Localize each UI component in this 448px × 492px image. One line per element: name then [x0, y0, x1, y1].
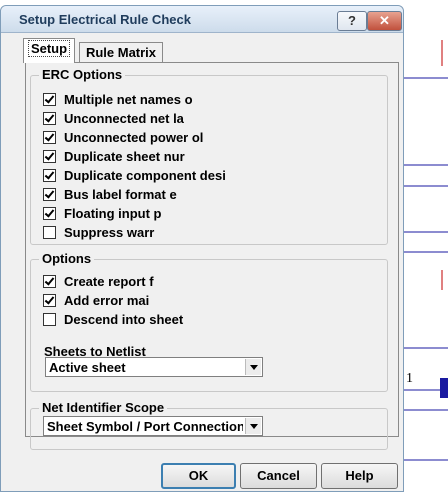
checkbox-box[interactable] — [43, 275, 56, 288]
net-identifier-scope-select[interactable]: Sheet Symbol / Port Connections — [43, 416, 263, 436]
checkbox-add-error-markers[interactable]: Add error mai — [43, 292, 185, 309]
checkbox-label: Descend into sheet — [64, 312, 184, 327]
pin-number-label: 1 — [406, 371, 413, 386]
checkbox-unconnected-net-labels[interactable]: Unconnected net la — [43, 110, 203, 127]
checkbox-label: Floating input p — [64, 206, 162, 221]
checkbox-box[interactable] — [43, 131, 56, 144]
checkbox-box[interactable] — [43, 207, 56, 220]
chevron-down-icon[interactable] — [245, 418, 261, 434]
checkbox-box[interactable] — [43, 93, 56, 106]
sheets-to-netlist-select[interactable]: Active sheet — [45, 357, 263, 377]
checkbox-multiple-net-names[interactable]: Multiple net names o — [43, 91, 203, 108]
net-identifier-scope-label: Net Identifier Scope — [39, 400, 168, 415]
help-title-button[interactable]: ? — [337, 11, 367, 31]
checkbox-box[interactable] — [43, 169, 56, 182]
options-group: Options Create report f Add error mai De… — [30, 251, 388, 392]
erc-options-label: ERC Options — [39, 67, 126, 82]
checkbox-floating-input-pins[interactable]: Floating input p — [43, 205, 203, 222]
erc-dialog: Setup Electrical Rule Check ? ✕ Setup Ru… — [0, 5, 404, 492]
select-value: Active sheet — [49, 360, 126, 375]
cancel-button[interactable]: Cancel — [240, 463, 317, 489]
ok-button[interactable]: OK — [161, 463, 236, 489]
checkbox-bus-label-format[interactable]: Bus label format e — [43, 186, 208, 203]
checkbox-create-report-file[interactable]: Create report f — [43, 273, 185, 290]
checkbox-label: Suppress warr — [64, 225, 155, 240]
checkbox-box[interactable] — [43, 188, 56, 201]
checkbox-box[interactable] — [43, 112, 56, 125]
checkbox-box[interactable] — [43, 313, 56, 326]
checkbox-label: Unconnected net la — [64, 111, 184, 126]
checkbox-label: Bus label format e — [64, 187, 177, 202]
checkbox-label: Multiple net names o — [64, 92, 193, 107]
checkbox-label: Duplicate sheet nur — [64, 149, 185, 164]
checkbox-descend-into-sheet[interactable]: Descend into sheet — [43, 311, 223, 328]
erc-options-group: ERC Options Multiple net names o Unconne… — [30, 67, 388, 245]
chevron-down-icon[interactable] — [245, 359, 261, 375]
checkbox-duplicate-component-designators[interactable]: Duplicate component desi — [43, 167, 233, 184]
tab-setup-label: Setup — [27, 40, 71, 57]
select-value: Sheet Symbol / Port Connections — [47, 419, 243, 434]
options-label: Options — [39, 251, 95, 266]
checkbox-duplicate-sheet-numbers[interactable]: Duplicate sheet nur — [43, 148, 218, 165]
close-button[interactable]: ✕ — [367, 11, 402, 31]
checkbox-box[interactable] — [43, 150, 56, 163]
title-bar[interactable]: Setup Electrical Rule Check ? ✕ — [1, 6, 403, 33]
checkbox-label: Add error mai — [64, 293, 150, 308]
window-title: Setup Electrical Rule Check — [19, 12, 191, 27]
tab-setup[interactable]: Setup — [23, 38, 75, 63]
checkbox-label: Create report f — [64, 274, 154, 289]
checkbox-suppress-warnings[interactable]: Suppress warr — [43, 224, 203, 241]
tab-rule-matrix[interactable]: Rule Matrix — [79, 42, 163, 63]
checkbox-label: Unconnected power ol — [64, 130, 204, 145]
checkbox-label: Duplicate component desi — [64, 168, 226, 183]
help-button[interactable]: Help — [321, 463, 398, 489]
checkbox-unconnected-power-objects[interactable]: Unconnected power ol — [43, 129, 218, 146]
setup-panel: ERC Options Multiple net names o Unconne… — [25, 62, 399, 450]
checkbox-box[interactable] — [43, 226, 56, 239]
checkbox-box[interactable] — [43, 294, 56, 307]
